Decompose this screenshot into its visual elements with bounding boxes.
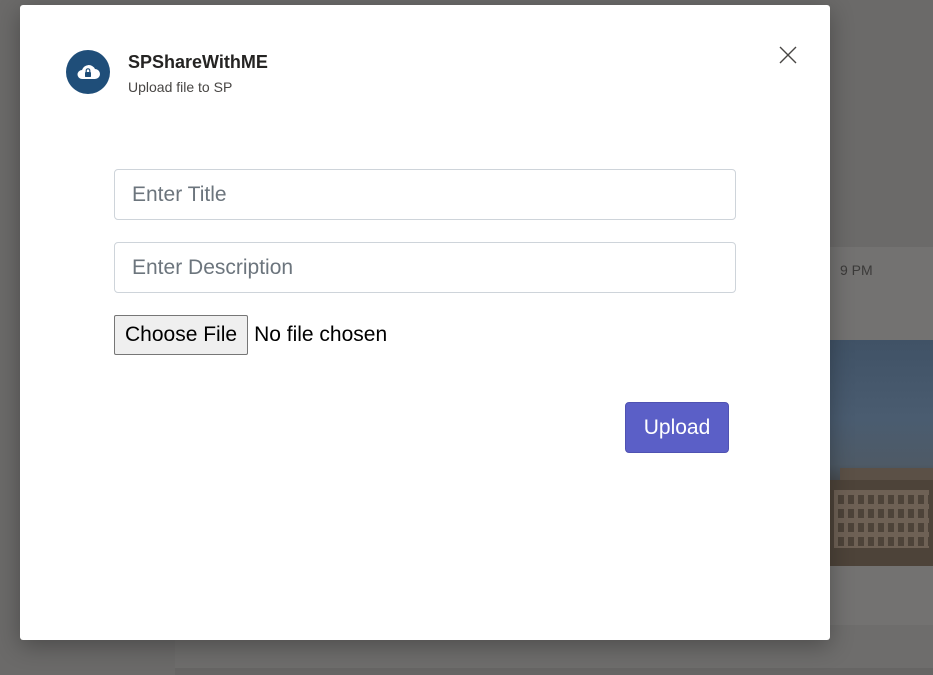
title-input[interactable] — [114, 169, 736, 220]
close-icon — [779, 46, 797, 64]
background-timestamp: 9 PM — [840, 262, 873, 278]
upload-button[interactable]: Upload — [625, 402, 729, 453]
background-image — [830, 340, 933, 566]
description-input[interactable] — [114, 242, 736, 293]
choose-file-button[interactable]: Choose File — [114, 315, 249, 355]
background-strip — [175, 668, 933, 675]
close-button[interactable] — [774, 41, 802, 69]
upload-dialog: SPShareWithME Upload file to SP Choose F… — [20, 5, 830, 640]
app-name: SPShareWithME — [128, 52, 268, 72]
file-status: No file chosen — [254, 323, 388, 346]
dialog-subtitle: Upload file to SP — [128, 79, 233, 95]
file-picker: Choose File No file chosen — [114, 315, 387, 355]
cloud-lock-icon — [66, 50, 110, 94]
